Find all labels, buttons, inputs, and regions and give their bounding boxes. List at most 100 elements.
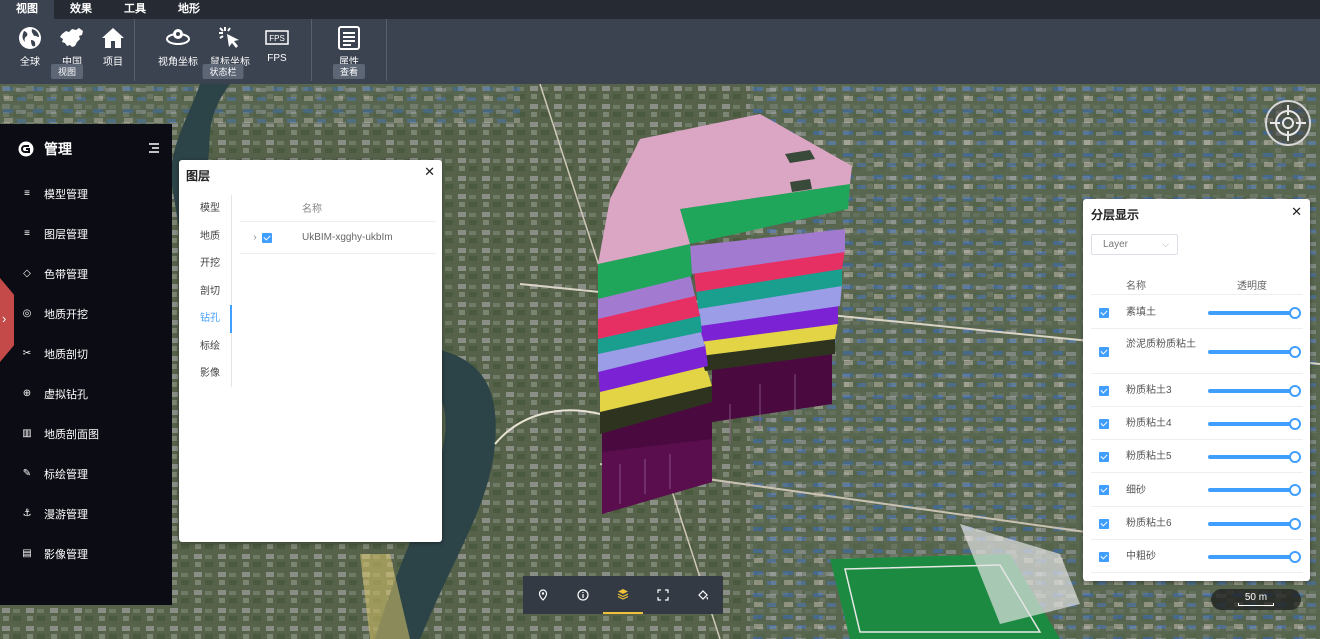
opacity-slider[interactable] — [1208, 345, 1301, 358]
strata-row: 素填土 — [1091, 296, 1303, 329]
sidebar-item[interactable]: ⚓ 漫游管理 — [0, 494, 172, 534]
chevron-down-icon: ⌵ — [1162, 239, 1169, 249]
opacity-slider[interactable] — [1208, 550, 1301, 563]
paint-bucket-icon — [698, 590, 709, 600]
sidebar-item[interactable]: ◎ 地质开挖 — [0, 294, 172, 334]
sidebar-item[interactable]: ▤ 影像管理 — [0, 534, 172, 574]
view-group: 全球 中国 项目 视图 — [0, 19, 135, 81]
opacity-slider[interactable] — [1208, 484, 1301, 496]
opacity-slider-handle[interactable] — [1289, 450, 1301, 463]
sidebar-menu: ≡ 模型管理 ≡ 图层管理 ◇ 色带管理 ◎ 地质开挖 ✂ 地质剖切 ⊕ 虚拟钻孔 ▥ 地质剖面图 ✎ 标绘管… — [0, 174, 172, 574]
view-coordinate-button[interactable]: 视角坐标 — [153, 19, 203, 81]
sidebar-item-label: 漫游管理 — [44, 509, 88, 521]
strata-checkbox[interactable] — [1099, 307, 1109, 318]
layer-checkbox[interactable] — [262, 232, 272, 243]
layer-table: 名称 › UkBIM-xgghy-ukbIm — [240, 198, 436, 254]
statusbar-group: 视角坐标 鼠标坐标 FPS FPS 状态栏 — [135, 19, 312, 81]
database-icon: ≡ — [24, 188, 30, 199]
fps-label: FPS — [267, 53, 287, 64]
scissors-icon: ✂ — [22, 348, 32, 359]
opacity-slider-handle[interactable] — [1289, 417, 1301, 430]
locate-button[interactable] — [523, 576, 563, 614]
strata-name: 细砂 — [1126, 484, 1146, 496]
location-pin-icon — [538, 589, 548, 601]
map-bottom-toolbar — [523, 576, 723, 614]
opacity-slider-handle[interactable] — [1289, 550, 1301, 563]
sidebar-header: 管理 — [0, 124, 172, 174]
layer-tab[interactable]: 钻孔 — [179, 305, 232, 333]
project-button[interactable]: 项目 — [100, 19, 126, 81]
layer-tab[interactable]: 模型 — [179, 195, 231, 223]
sidebar-item-label: 影像管理 — [44, 549, 88, 561]
ribbon: 全球 中国 项目 视图 视角坐标 鼠标坐标 FPS FPS 状态栏 属性 查看 — [0, 19, 1320, 84]
opacity-slider[interactable] — [1208, 417, 1301, 430]
sidebar-item[interactable]: ⊕ 虚拟钻孔 — [0, 374, 172, 414]
home-icon — [102, 28, 124, 48]
fps-button[interactable]: FPS FPS — [257, 19, 297, 81]
strata-checkbox[interactable] — [1099, 418, 1109, 429]
tab-tools[interactable]: 工具 — [108, 0, 162, 19]
tab-view[interactable]: 视图 — [0, 0, 54, 19]
strata-checkbox[interactable] — [1099, 385, 1109, 396]
layer-tab[interactable]: 标绘 — [179, 333, 231, 361]
compass-icon[interactable] — [1264, 99, 1312, 147]
sidebar-item[interactable]: ✎ 标绘管理 — [0, 454, 172, 494]
sidebar-item[interactable]: ✂ 地质剖切 — [0, 334, 172, 374]
sidebar-item[interactable]: ≡ 图层管理 — [0, 214, 172, 254]
opacity-slider-handle[interactable] — [1289, 306, 1301, 319]
inspect-group: 属性 查看 — [312, 19, 387, 81]
sidebar-item[interactable]: ▥ 地质剖面图 — [0, 414, 172, 454]
opacity-slider-handle[interactable] — [1289, 517, 1301, 530]
view-group-label: 视图 — [50, 64, 84, 79]
sidebar-item[interactable]: ≡ 模型管理 — [0, 174, 172, 214]
color-fill-button[interactable] — [683, 576, 723, 614]
strata-checkbox[interactable] — [1099, 485, 1109, 495]
scale-text: 50 m — [1244, 592, 1268, 603]
fullscreen-icon — [657, 589, 669, 601]
close-icon[interactable]: ✕ — [1291, 204, 1302, 220]
strata-checkbox[interactable] — [1099, 518, 1109, 529]
sidebar-item-label: 色带管理 — [44, 269, 88, 281]
strata-name: 粉质粘土3 — [1126, 385, 1172, 396]
book-icon: ▤ — [22, 548, 32, 559]
opacity-slider-handle[interactable] — [1289, 484, 1301, 496]
table-row[interactable]: › UkBIM-xgghy-ukbIm — [240, 222, 436, 254]
strata-checkbox[interactable] — [1099, 551, 1109, 562]
opacity-slider[interactable] — [1208, 306, 1301, 319]
globe-button[interactable]: 全球 — [16, 19, 44, 81]
tab-effects[interactable]: 效果 — [54, 0, 108, 19]
close-icon[interactable]: ✕ — [424, 164, 435, 180]
china-map-icon — [60, 28, 83, 47]
strata-row: 粉质粘土5 — [1091, 440, 1303, 473]
strata-row: 细砂 — [1091, 473, 1303, 507]
tab-terrain[interactable]: 地形 — [162, 0, 216, 19]
layers-button[interactable] — [603, 576, 643, 614]
project-label: 项目 — [103, 57, 123, 68]
strata-name: 中粗砂 — [1126, 551, 1156, 562]
strata-checkbox[interactable] — [1099, 451, 1109, 462]
opacity-slider[interactable] — [1208, 450, 1301, 463]
management-sidebar: 管理 ≡ 模型管理 ≡ 图层管理 ◇ 色带管理 ◎ 地质开挖 ✂ 地质剖切 ⊕ 虚拟钻孔 ▥ 地质剖面图 ✎… — [0, 124, 172, 605]
menu-toggle-icon[interactable] — [148, 142, 160, 154]
layer-category-tabs: 模型 地质 开挖 剖切 钻孔 标绘 影像 — [179, 195, 232, 387]
opacity-slider-handle[interactable] — [1289, 345, 1301, 358]
opacity-slider[interactable] — [1208, 517, 1301, 530]
opacity-slider[interactable] — [1208, 384, 1301, 397]
sidebar-item-label: 模型管理 — [44, 189, 88, 201]
chevron-right-icon[interactable]: › — [240, 232, 262, 243]
strata-checkbox[interactable] — [1099, 346, 1109, 357]
sidebar-item-label: 地质剖面图 — [44, 429, 99, 441]
fullscreen-button[interactable] — [643, 576, 683, 614]
strata-name: 粉质粘土4 — [1126, 418, 1172, 429]
layer-tab[interactable]: 开挖 — [179, 250, 231, 278]
sidebar-title: 管理 — [44, 141, 72, 157]
layer-tab[interactable]: 剖切 — [179, 278, 231, 306]
bar-chart-icon: ▥ — [22, 428, 32, 439]
layer-tab[interactable]: 影像 — [179, 360, 231, 388]
sidebar-item-label: 图层管理 — [44, 229, 88, 241]
info-button[interactable] — [563, 576, 603, 614]
sidebar-item[interactable]: ◇ 色带管理 — [0, 254, 172, 294]
layer-tab[interactable]: 地质 — [179, 223, 231, 251]
layer-select[interactable]: Layer ⌵ — [1091, 234, 1178, 255]
opacity-slider-handle[interactable] — [1289, 384, 1301, 397]
